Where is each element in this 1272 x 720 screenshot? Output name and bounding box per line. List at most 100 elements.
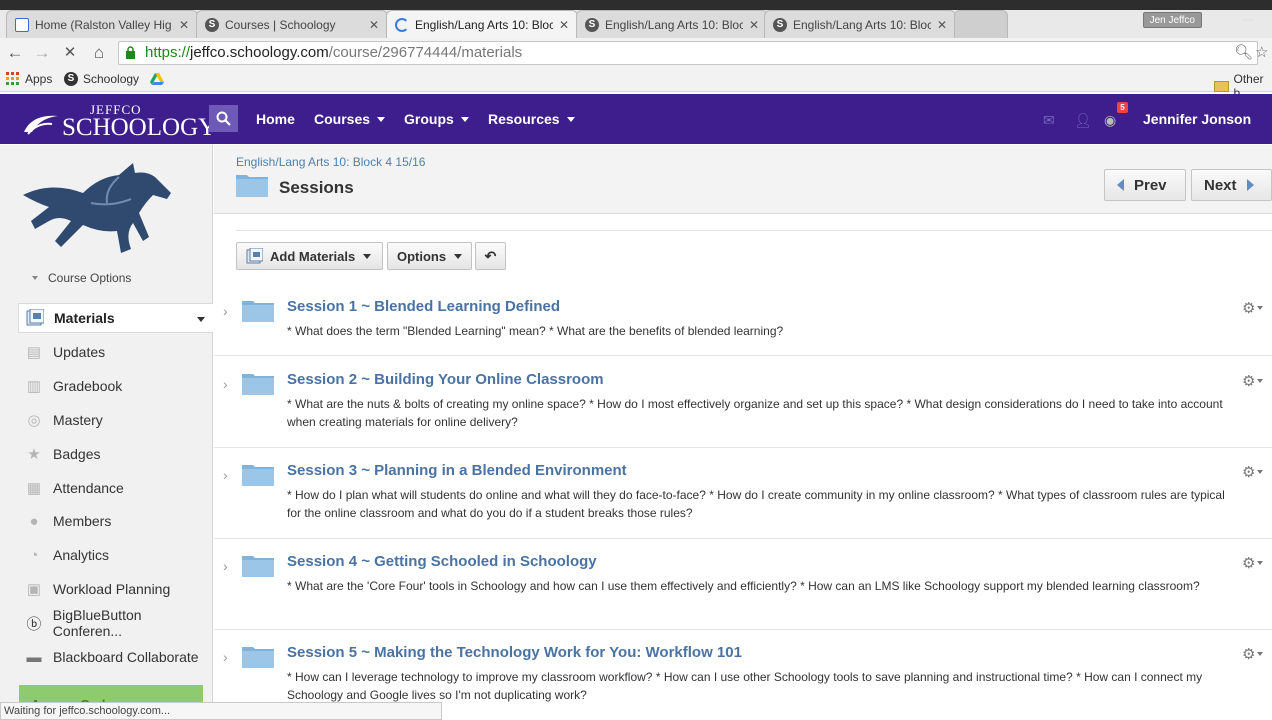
prev-label: Prev [1134,176,1167,194]
home-icon[interactable]: ⌂ [89,43,109,63]
chevron-down-icon [363,253,372,259]
nav-home-label: Home [256,111,295,127]
bookmark-apps[interactable]: Apps [6,72,52,86]
nav-resources-label: Resources [488,111,560,127]
badges-icon: ★ [27,446,41,463]
bookmarks-bar: Apps S Schoology Other b [0,68,1272,100]
minimize-icon[interactable]: — [1238,12,1258,26]
prev-button[interactable]: Prev [1104,169,1186,201]
add-materials-label: Add Materials [270,248,356,264]
folder-icon [242,374,274,395]
session-title-link[interactable]: Session 4 ~ Getting Schooled in Schoolog… [287,553,597,570]
sidebar-item-label: Updates [53,344,106,360]
schoology-icon: S [773,17,787,32]
gear-menu[interactable]: ⚙ [1242,372,1264,390]
document-icon [15,17,29,32]
chevron-right-icon[interactable]: › [223,303,228,319]
chevron-right-icon[interactable]: › [223,376,228,392]
back-icon[interactable]: ← [5,43,25,63]
blackboard-icon: ▬ [26,648,42,666]
search-button[interactable] [209,105,238,132]
session-title-link[interactable]: Session 2 ~ Building Your Online Classro… [287,371,604,388]
nav-courses[interactable]: Courses [314,111,386,127]
nav-resources[interactable]: Resources [488,111,575,127]
browser-tab-4[interactable]: S English/Lang Arts 10: Bloc ✕ [576,10,768,38]
bookmark-star-icon[interactable]: ☆ [1255,43,1268,61]
chevron-right-icon[interactable]: › [223,649,228,665]
sidebar-item-analytics[interactable]: ◔ Analytics [18,540,213,570]
next-button[interactable]: Next [1191,169,1272,201]
bookmark-label: Apps [25,72,53,86]
gear-menu[interactable]: ⚙ [1242,463,1264,481]
chevron-right-icon[interactable]: › [223,558,228,574]
sidebar-item-label: Blackboard Collaborate [53,649,199,665]
session-title-link[interactable]: Session 1 ~ Blended Learning Defined [287,298,560,315]
folder-icon [242,647,274,668]
notifications-icon[interactable]: ◉ [1104,112,1116,129]
close-tab-icon[interactable]: ✕ [749,18,759,32]
tab-title: English/Lang Arts 10: Bloc [605,17,743,32]
bookmark-schoology[interactable]: S Schoology [64,72,139,86]
sidebar-item-materials[interactable]: Materials [18,303,213,333]
new-tab-button[interactable] [954,10,1008,38]
undo-icon: ↶ [484,247,497,264]
nav-courses-label: Courses [314,111,371,127]
course-options-toggle[interactable]: Course Options [32,271,131,285]
session-title-link[interactable]: Session 3 ~ Planning in a Blended Enviro… [287,462,627,479]
requests-icon[interactable]: 👤︎ [1074,112,1092,129]
session-title-link[interactable]: Session 5 ~ Making the Technology Work f… [287,644,742,661]
sidebar-item-label: Gradebook [53,378,123,394]
address-bar[interactable]: https://jeffco.schoology.com/course/2967… [118,41,1258,65]
sidebar-item-label: Members [53,513,112,529]
gear-icon: ⚙ [1242,464,1256,481]
undo-button[interactable]: ↶ [475,242,506,270]
sidebar-item-updates[interactable]: ▤ Updates [18,337,213,367]
gear-menu[interactable]: ⚙ [1242,299,1264,317]
material-row: › Session 5 ~ Making the Technology Work… [214,644,1272,720]
jeffco-schoology-logo[interactable]: JEFFCO SCHOOLOGY [22,102,216,141]
close-tab-icon[interactable]: ✕ [179,18,189,32]
sidebar-item-blackboard-collaborate[interactable]: ▬ Blackboard Collaborate [18,642,213,672]
profile-chip[interactable]: Jen Jeffco [1142,12,1202,28]
close-tab-icon[interactable]: ✕ [369,18,379,32]
sidebar-item-gradebook[interactable]: ▥ Gradebook [18,371,213,401]
breadcrumb[interactable]: English/Lang Arts 10: Block 4 15/16 [236,155,425,169]
stop-icon[interactable]: ✕ [60,43,80,63]
gear-menu[interactable]: ⚙ [1242,554,1264,572]
material-row: › Session 4 ~ Getting Schooled in School… [214,553,1272,630]
tab-title: English/Lang Arts 10: Bloc [415,17,553,32]
messages-icon[interactable]: ✉ [1043,112,1055,129]
browser-tab-2[interactable]: S Courses | Schoology ✕ [196,10,388,38]
options-button[interactable]: Options [387,242,472,270]
sidebar-item-attendance[interactable]: ▦ Attendance [18,473,213,503]
sidebar-item-badges[interactable]: ★ Badges [18,439,213,469]
updates-icon: ▤ [26,344,42,361]
browser-tab-1[interactable]: Home (Ralston Valley Hig ✕ [6,10,198,38]
course-sidebar: Course Options Materials ▤ Updates ▥ Grade… [0,145,213,720]
attendance-icon: ▦ [26,480,42,497]
bookmark-drive[interactable] [150,72,169,86]
sidebar-item-workload-planning[interactable]: ▣ Workload Planning [18,574,213,604]
next-label: Next [1204,176,1237,194]
browser-tab-5[interactable]: S English/Lang Arts 10: Bloc ✕ [764,10,956,38]
chevron-down-icon [454,253,463,259]
close-tab-icon[interactable]: ✕ [937,18,947,32]
sidebar-item-members[interactable]: ● Members [18,506,213,536]
logo-schoology-text: SCHOOLOGY [62,114,217,141]
add-materials-button[interactable]: Add Materials [236,242,383,270]
close-tab-icon[interactable]: ✕ [559,18,569,32]
nav-groups[interactable]: Groups [404,111,469,127]
add-materials-icon [246,247,263,263]
gear-menu[interactable]: ⚙ [1242,645,1264,663]
sidebar-item-mastery[interactable]: ◎ Mastery [18,405,213,435]
user-name[interactable]: Jennifer Jonson [1143,111,1251,127]
chevron-right-icon[interactable]: › [223,467,228,483]
forward-icon[interactable]: → [32,43,52,63]
bookmark-label: Schoology [83,72,140,86]
nav-home[interactable]: Home [256,111,295,127]
browser-tab-3[interactable]: English/Lang Arts 10: Bloc ✕ [386,10,578,38]
gear-icon: ⚙ [1242,646,1256,663]
zoom-icon[interactable]: 🔍︎ [1234,43,1253,61]
sidebar-item-bigbluebutton[interactable]: ⓑ BigBlueButton Conferen... [18,607,213,639]
arrow-left-icon [1117,179,1124,191]
